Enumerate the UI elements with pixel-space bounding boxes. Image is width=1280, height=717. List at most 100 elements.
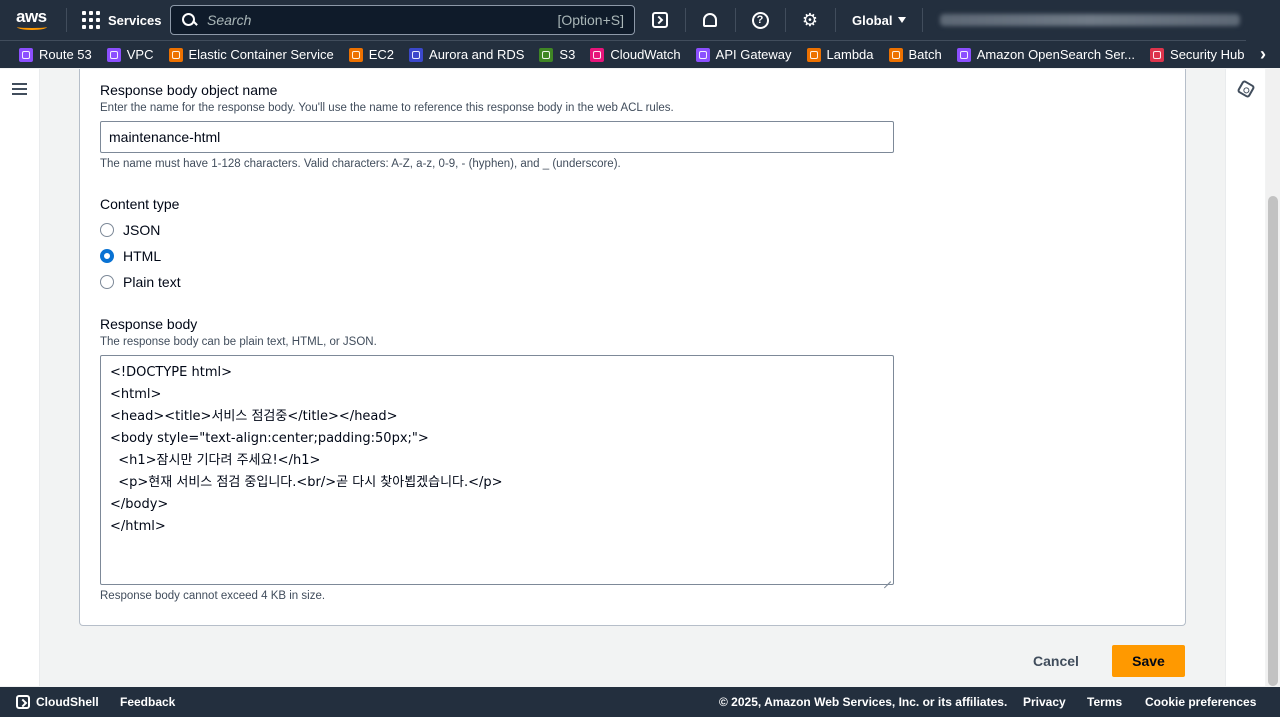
bell-icon	[703, 13, 717, 27]
service-icon	[539, 47, 554, 62]
menu-icon[interactable]	[12, 83, 27, 95]
search-icon	[181, 12, 197, 28]
radio-label: JSON	[123, 222, 161, 238]
service-icon	[1150, 47, 1165, 62]
favorite-label: API Gateway	[715, 47, 792, 62]
search-placeholder: Search	[207, 12, 252, 28]
top-navigation: aws Services Search [Option+S] ? ⚙ Globa…	[0, 0, 1280, 40]
service-icon	[19, 47, 33, 62]
cookie-preferences-link[interactable]: Cookie preferences	[1145, 695, 1256, 709]
footer-cloudshell-button[interactable]: CloudShell	[16, 695, 99, 709]
favorite-item[interactable]: VPC	[106, 47, 154, 62]
radio-plain-text[interactable]: Plain text	[100, 274, 181, 290]
favorite-item[interactable]: Batch	[888, 47, 942, 62]
name-description: Enter the name for the response body. Yo…	[100, 102, 674, 114]
console-footer: CloudShell Feedback © 2025, Amazon Web S…	[0, 687, 1280, 717]
service-icon	[590, 47, 605, 62]
service-icon	[806, 47, 821, 62]
favorite-item[interactable]: Security Hub	[1150, 47, 1244, 62]
radio-json[interactable]: JSON	[100, 222, 160, 238]
favorite-item[interactable]: S3	[539, 47, 575, 62]
radio-circle-selected[interactable]	[100, 249, 114, 263]
privacy-link[interactable]: Privacy	[1023, 695, 1066, 709]
search-input[interactable]: Search [Option+S]	[170, 5, 635, 35]
cancel-button[interactable]: Cancel	[1020, 645, 1092, 677]
region-label: Global	[852, 12, 893, 28]
cloudshell-icon	[652, 12, 668, 28]
resize-handle[interactable]	[882, 573, 892, 583]
aws-logo[interactable]: aws	[16, 8, 50, 32]
favorite-item[interactable]: Amazon OpenSearch Ser...	[956, 47, 1136, 62]
favorite-label: VPC	[126, 47, 154, 62]
radio-label: HTML	[123, 248, 162, 264]
response-body-label: Response body	[100, 316, 198, 332]
services-label: Services	[108, 12, 162, 28]
divider	[735, 8, 736, 32]
favorite-item[interactable]: EC2	[348, 47, 395, 62]
favorite-label: S3	[559, 47, 576, 62]
favorite-label: Batch	[908, 47, 942, 62]
cloudshell-icon	[16, 695, 30, 709]
service-icon	[106, 47, 121, 62]
save-button[interactable]: Save	[1112, 645, 1185, 677]
favorite-item[interactable]: CloudWatch	[590, 47, 681, 62]
scrollbar-thumb[interactable]	[1268, 196, 1278, 686]
favorite-item[interactable]: Aurora and RDS	[409, 47, 524, 62]
divider	[66, 8, 67, 32]
search-shortcut: [Option+S]	[557, 12, 624, 28]
response-body-constraint: Response body cannot exceed 4 KB in size…	[100, 590, 326, 602]
terms-link[interactable]: Terms	[1087, 695, 1122, 709]
divider	[685, 8, 686, 32]
radio-circle[interactable]	[100, 223, 114, 237]
response-body-description: The response body can be plain text, HTM…	[100, 336, 377, 348]
gear-icon: ⚙	[801, 10, 819, 30]
footer-cloudshell-label: CloudShell	[36, 695, 99, 709]
name-label: Response body object name	[100, 82, 278, 98]
radio-html[interactable]: HTML	[100, 248, 161, 264]
divider	[785, 8, 786, 32]
settings-button[interactable]: ⚙	[800, 10, 820, 30]
name-constraint: The name must have 1-128 characters. Val…	[100, 158, 621, 170]
divider	[922, 8, 923, 32]
divider	[835, 8, 836, 32]
favorite-label: Lambda	[826, 47, 874, 62]
grid-icon	[82, 11, 100, 29]
name-input-value: maintenance-html	[109, 129, 221, 145]
help-icon: ?	[751, 11, 769, 29]
help-button[interactable]: ?	[750, 10, 770, 30]
favorite-label: EC2	[368, 47, 395, 62]
favorite-item[interactable]: API Gateway	[695, 47, 792, 62]
services-menu-button[interactable]: Services	[82, 0, 162, 40]
service-icon	[888, 47, 903, 62]
favorite-item[interactable]: Elastic Container Service	[168, 47, 334, 62]
content-type-label: Content type	[100, 196, 180, 212]
cloudshell-button[interactable]	[650, 10, 670, 30]
favorite-label: Aurora and RDS	[429, 47, 525, 62]
side-navigation-rail	[0, 69, 40, 686]
settings-panel-icon[interactable]	[1236, 79, 1256, 99]
favorites-scroll-right-button[interactable]: ›	[1246, 40, 1280, 68]
favorites-bar: Route 53 VPC Elastic Container Service EC2 A…	[0, 40, 1280, 68]
notifications-button[interactable]	[700, 10, 720, 30]
copyright-text: © 2025, Amazon Web Services, Inc. or its…	[719, 695, 1008, 709]
favorite-label: Elastic Container Service	[188, 47, 334, 62]
favorite-label: Route 53	[39, 47, 92, 62]
service-icon	[956, 47, 971, 62]
response-body-textarea[interactable]: <!DOCTYPE html> <html> <head><title>서비스 …	[100, 355, 894, 585]
response-body-name-input[interactable]: maintenance-html	[100, 121, 894, 153]
favorite-item[interactable]: Route 53	[19, 47, 92, 62]
account-menu[interactable]	[940, 14, 1240, 26]
service-icon	[409, 47, 424, 62]
radio-label: Plain text	[123, 274, 181, 290]
feedback-link[interactable]: Feedback	[120, 695, 175, 709]
service-icon	[348, 47, 363, 62]
tools-panel-rail	[1225, 69, 1265, 686]
caret-down-icon	[898, 17, 907, 23]
favorite-label: Amazon OpenSearch Ser...	[976, 47, 1136, 62]
favorite-item[interactable]: Lambda	[806, 47, 874, 62]
radio-circle[interactable]	[100, 275, 114, 289]
favorite-label: Security Hub	[1170, 47, 1245, 62]
region-selector[interactable]: Global	[852, 0, 907, 40]
service-icon	[168, 47, 183, 62]
favorite-label: CloudWatch	[610, 47, 681, 62]
